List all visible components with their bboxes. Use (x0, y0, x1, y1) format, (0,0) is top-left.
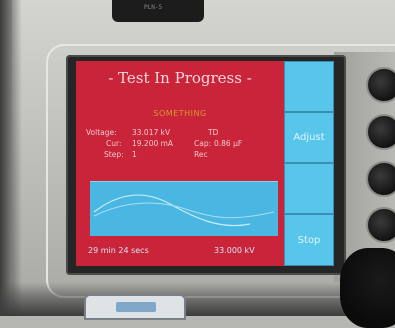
adjust-button-label: Adjust (293, 132, 325, 143)
display-screen: - Test In Progress - SOMETHING Voltage: … (76, 61, 334, 266)
softkey-3[interactable] (284, 163, 334, 214)
test-status: SOMETHING (153, 109, 207, 118)
elapsed-timer: 29 min 24 secs (88, 246, 149, 255)
td-label: TD (208, 128, 219, 137)
voltage-value: 33.017 kV (132, 128, 171, 137)
step-value: 1 (132, 150, 137, 159)
waveform-panel (90, 181, 278, 236)
hardware-button-1[interactable] (366, 67, 395, 103)
waveform-graph (93, 194, 275, 227)
bottom-connector-tab (84, 294, 186, 320)
cur-value: 19.200 mA (132, 139, 174, 148)
hand-shadow (340, 248, 395, 328)
cap-label: Cap: (194, 139, 212, 148)
waveform-trace-1 (93, 194, 251, 227)
hardware-button-2[interactable] (366, 114, 395, 150)
waveform-trace-2 (93, 202, 275, 219)
left-shadow (0, 0, 22, 316)
softkey-1[interactable] (284, 61, 334, 112)
stop-button-label: Stop (297, 234, 321, 246)
adjust-button[interactable]: Adjust (284, 112, 334, 163)
cur-label: Cur: (106, 139, 122, 148)
top-label-plate: PLN-5 (112, 0, 204, 22)
hardware-button-3[interactable] (366, 161, 395, 197)
voltage-label: Voltage: (86, 128, 117, 137)
step-label: Step: (104, 150, 124, 159)
softkey-column: Adjust Stop (284, 61, 334, 266)
output-voltage: 33.000 kV (214, 246, 255, 255)
rec-label: Rec (194, 150, 208, 159)
cap-value: 0.86 µF (214, 139, 243, 148)
hardware-button-4[interactable] (366, 207, 395, 243)
stop-button[interactable]: Stop (284, 214, 334, 266)
bottom-shadow (0, 282, 395, 316)
screen-title: - Test In Progress - (108, 69, 252, 87)
top-label: PLN-5 (144, 4, 163, 11)
